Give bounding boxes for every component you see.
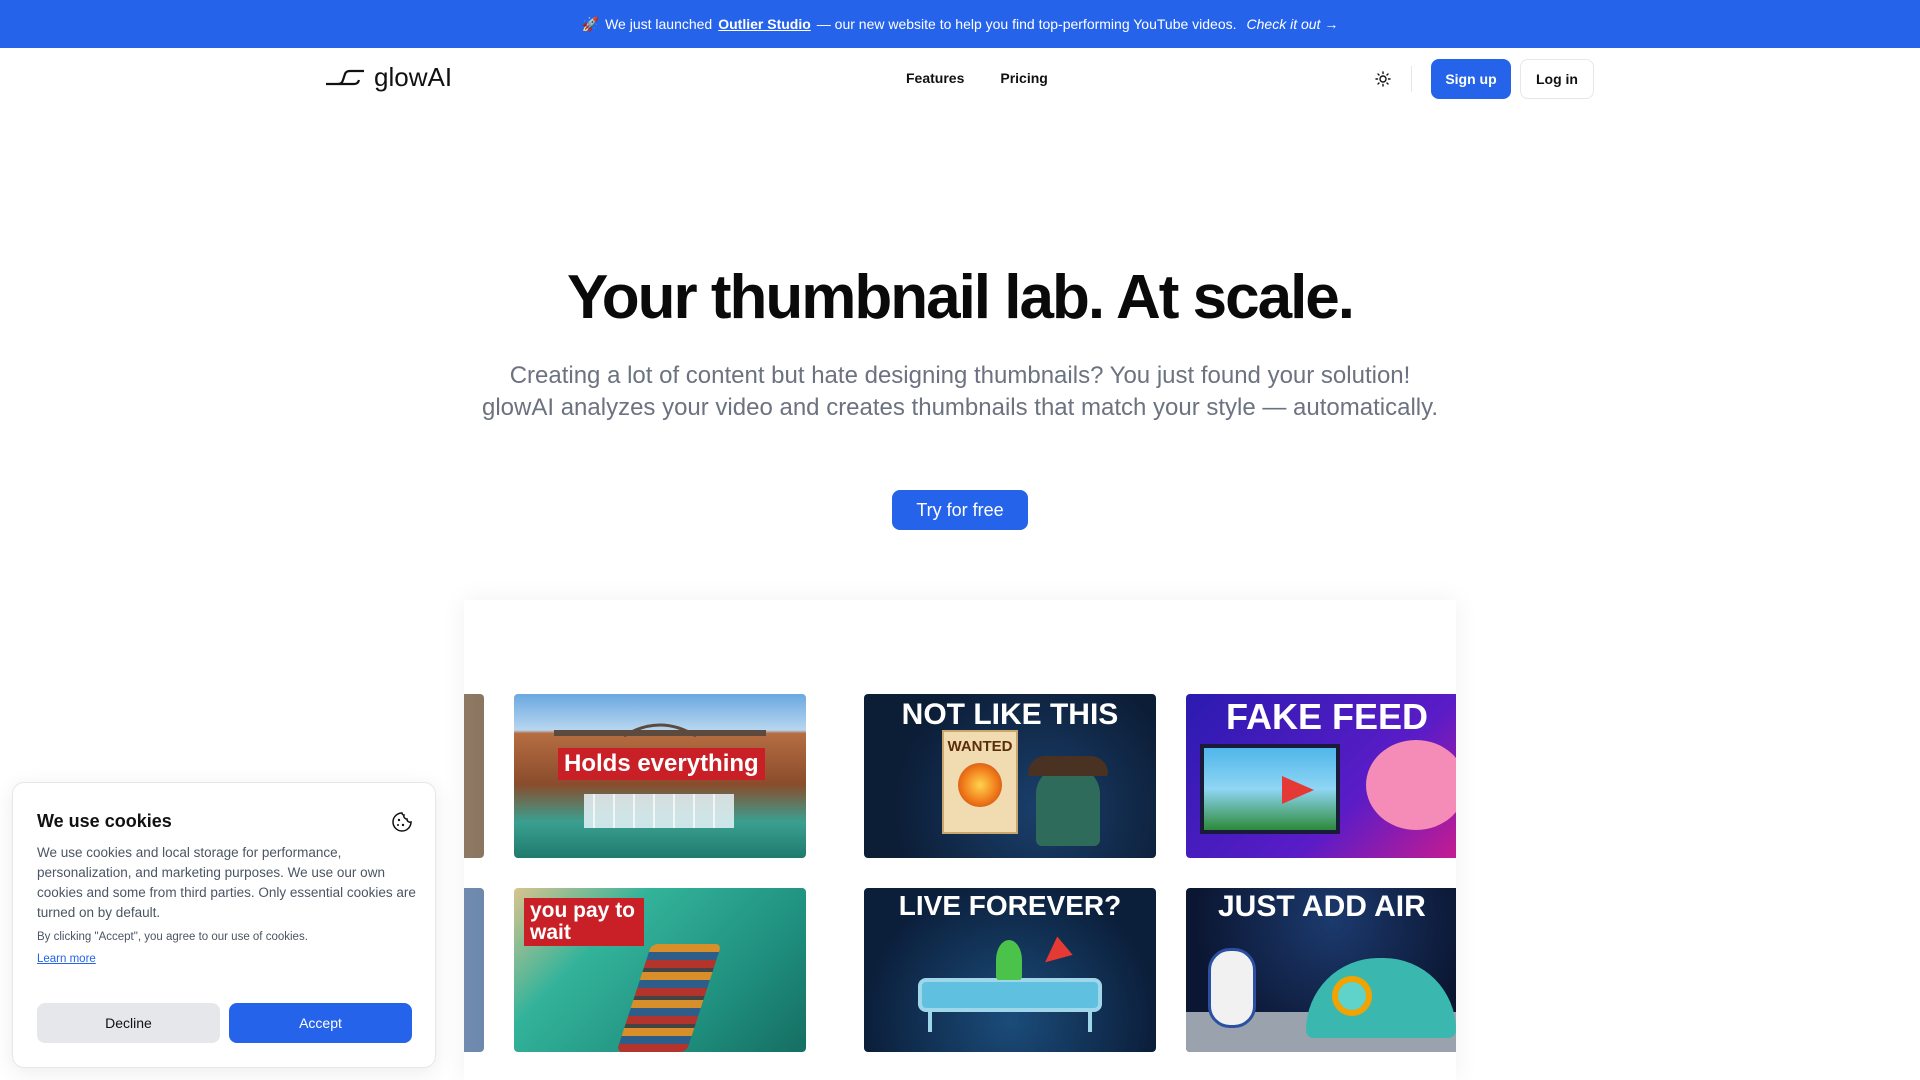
cookie-icon (391, 811, 413, 833)
decline-button[interactable]: Decline (37, 1003, 220, 1043)
learn-more-link[interactable]: Learn more (37, 953, 96, 965)
cookie-title: We use cookies (37, 811, 172, 831)
thumbnail-caption: Holds everything (558, 748, 765, 780)
red-arrow-icon (1037, 936, 1073, 972)
fireball-icon (958, 763, 1002, 807)
nav-pricing-link[interactable]: Pricing (1000, 70, 1047, 86)
signup-button[interactable]: Sign up (1431, 59, 1511, 99)
wanted-poster: WANTED (942, 730, 1018, 834)
logo-text: glowAI (374, 62, 453, 92)
brain-character (1366, 740, 1456, 830)
screen-scene (1200, 744, 1340, 834)
cookie-fine-print: By clicking "Accept", you agree to our u… (37, 931, 308, 943)
detective-hat (1028, 756, 1108, 776)
hospital-bed (918, 978, 1102, 1012)
thumbnail-caption: FAKE FEED (1226, 696, 1429, 737)
bed-legs (928, 1012, 1092, 1032)
accept-button[interactable]: Accept (229, 1003, 412, 1043)
sun-icon[interactable] (1372, 68, 1394, 90)
thumbnail-just-add-air: JUST ADD AIR (1186, 888, 1456, 1052)
nav-features-link[interactable]: Features (906, 70, 964, 86)
thumbnail-cargo-ship: you pay to wait (514, 888, 806, 1052)
thumbnail-caption: JUST ADD AIR (1218, 890, 1426, 923)
thumbnail-fake-feed: FAKE FEED (1186, 694, 1456, 858)
astronaut-character (1208, 948, 1256, 1028)
cookie-consent-dialog: We use cookies We use cookies and local … (12, 782, 436, 1068)
nav-divider (1411, 66, 1412, 92)
hero-title: Your thumbnail lab. At scale. (566, 263, 1355, 332)
rocket-icon: 🚀 (581, 15, 600, 32)
logo-mark-icon (326, 69, 364, 85)
ship-hull (616, 944, 722, 1052)
thumbnail-partial-bottom (464, 888, 484, 1052)
dome-habitat (1306, 958, 1456, 1038)
hero-subtitle: Creating a lot of content but hate desig… (481, 362, 1438, 421)
login-button[interactable]: Log in (1520, 59, 1594, 99)
announcement-banner: 🚀 We just launched Outlier Studio — our … (0, 0, 1920, 48)
check-it-out-link[interactable]: Check it out → (1247, 16, 1339, 32)
thumbnail-caption: LIVE FOREVER? (898, 890, 1122, 921)
cookie-body: We use cookies and local storage for per… (37, 845, 416, 920)
try-for-free-button[interactable]: Try for free (892, 490, 1028, 530)
thumbnail-partial-top (464, 694, 484, 858)
red-arrow-icon (1282, 776, 1314, 804)
thumbnail-dam: Holds everything (514, 694, 806, 858)
banner-text-before: We just launched (605, 16, 713, 32)
thumbnail-live-forever: LIVE FOREVER? (864, 888, 1156, 1052)
nav-links: Features Pricing (906, 70, 1048, 86)
hatch-ring (1332, 976, 1372, 1016)
detective-character (1036, 766, 1100, 846)
outlier-studio-link[interactable]: Outlier Studio (718, 16, 811, 32)
banner-text-after: — our new website to help you find top-p… (816, 16, 1237, 32)
thumbnail-gallery: Holds everything NOT LIKE THIS WANTED FA… (464, 600, 1456, 1080)
thumbnail-caption: you pay to wait (524, 898, 644, 946)
wanted-label: WANTED (947, 738, 1013, 755)
plant-icon (996, 940, 1022, 980)
top-nav: glowAI Features Pricing Sign up Log in (0, 48, 1920, 110)
thumbnail-caption: NOT LIKE THIS (901, 698, 1119, 731)
glowai-logo[interactable]: glowAI (324, 62, 452, 93)
thumbnail-not-like-this: NOT LIKE THIS WANTED (864, 694, 1156, 858)
